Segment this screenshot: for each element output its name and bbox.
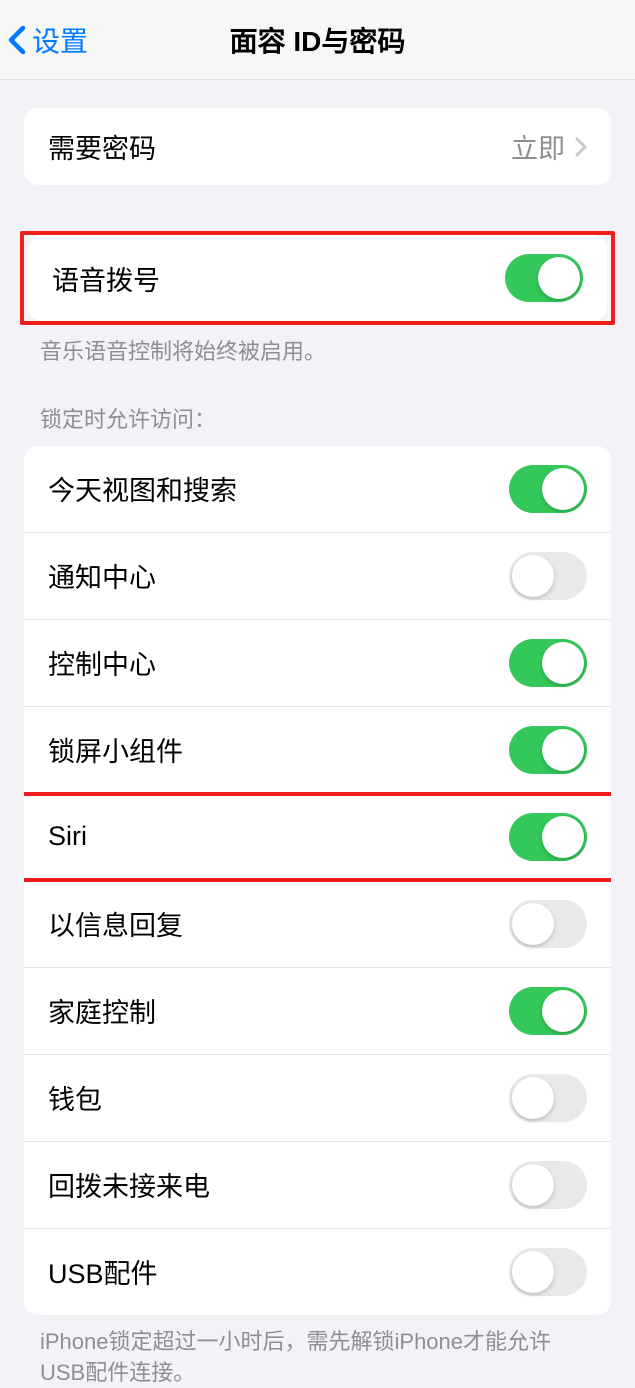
lock-access-toggle[interactable]: [509, 1248, 587, 1296]
lock-access-toggle[interactable]: [509, 726, 587, 774]
lock-access-label: 通知中心: [48, 556, 509, 595]
lock-access-label: 以信息回复: [48, 904, 509, 943]
toggle-knob: [512, 1251, 554, 1293]
require-passcode-label: 需要密码: [48, 127, 511, 166]
back-button[interactable]: 设置: [8, 20, 88, 60]
lock-access-row: Siri: [24, 794, 611, 881]
lock-access-footer: iPhone锁定超过一小时后，需先解锁iPhone才能允许USB配件连接。: [0, 1315, 635, 1388]
toggle-knob: [538, 257, 580, 299]
toggle-knob: [512, 1077, 554, 1119]
back-label: 设置: [32, 20, 88, 60]
lock-access-row: 钱包: [24, 1055, 611, 1142]
lock-access-label: 控制中心: [48, 643, 509, 682]
lock-access-label: 回拨未接来电: [48, 1165, 509, 1204]
voice-dial-highlight: 语音拨号: [20, 231, 615, 325]
lock-access-row: 通知中心: [24, 533, 611, 620]
lock-access-row: 锁屏小组件: [24, 707, 611, 794]
require-passcode-row[interactable]: 需要密码 立即: [24, 108, 611, 185]
lock-access-toggle[interactable]: [509, 813, 587, 861]
lock-access-row: USB配件: [24, 1229, 611, 1315]
lock-access-toggle[interactable]: [509, 639, 587, 687]
lock-access-label: 今天视图和搜索: [48, 469, 509, 508]
toggle-knob: [512, 903, 554, 945]
lock-access-toggle[interactable]: [509, 900, 587, 948]
lock-access-toggle[interactable]: [509, 987, 587, 1035]
lock-access-label: 锁屏小组件: [48, 730, 509, 769]
page-title: 面容 ID与密码: [0, 20, 635, 60]
toggle-knob: [542, 729, 584, 771]
lock-access-label: 钱包: [48, 1078, 509, 1117]
toggle-knob: [542, 816, 584, 858]
require-passcode-group: 需要密码 立即: [24, 108, 611, 185]
lock-access-row: 回拨未接来电: [24, 1142, 611, 1229]
voice-dial-toggle[interactable]: [505, 254, 583, 302]
toggle-knob: [512, 1164, 554, 1206]
lock-access-row: 家庭控制: [24, 968, 611, 1055]
nav-header: 设置 面容 ID与密码: [0, 0, 635, 80]
voice-dial-footer: 音乐语音控制将始终被启用。: [0, 325, 635, 368]
require-passcode-value: 立即: [511, 127, 565, 166]
chevron-left-icon: [8, 25, 26, 55]
lock-access-group: 今天视图和搜索通知中心控制中心锁屏小组件 Siri 以信息回复家庭控制钱包回拨未接来…: [24, 446, 611, 1315]
lock-access-toggle[interactable]: [509, 465, 587, 513]
lock-access-row: 以信息回复: [24, 881, 611, 968]
lock-access-label: USB配件: [48, 1252, 509, 1291]
lock-access-toggle[interactable]: [509, 1161, 587, 1209]
lock-access-toggle[interactable]: [509, 1074, 587, 1122]
lock-access-toggle[interactable]: [509, 552, 587, 600]
lock-access-row: 今天视图和搜索: [24, 446, 611, 533]
voice-dial-label: 语音拨号: [52, 259, 505, 298]
lock-access-header: 锁定时允许访问：: [0, 402, 635, 446]
chevron-right-icon: [575, 137, 587, 157]
toggle-knob: [542, 990, 584, 1032]
lock-access-row: 控制中心: [24, 620, 611, 707]
toggle-knob: [542, 468, 584, 510]
lock-access-label: Siri: [48, 821, 509, 852]
toggle-knob: [512, 555, 554, 597]
lock-access-label: 家庭控制: [48, 991, 509, 1030]
voice-dial-row: 语音拨号: [28, 235, 607, 321]
toggle-knob: [542, 642, 584, 684]
